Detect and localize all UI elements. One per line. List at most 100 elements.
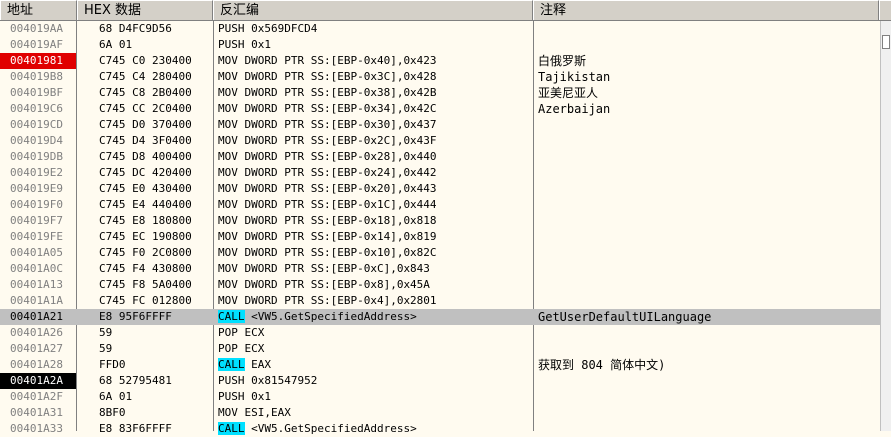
disasm-cell[interactable]: CALL <VW5.GetSpecifiedAddress>	[214, 421, 533, 437]
comment-cell[interactable]	[534, 261, 880, 277]
hex-cell[interactable]: E8 83F6FFFF	[77, 421, 213, 437]
address-cell[interactable]: 00401A27	[0, 341, 76, 357]
table-row[interactable]: 00401A26 59 POP ECX	[0, 325, 880, 341]
disasm-cell[interactable]: MOV DWORD PTR SS:[EBP-0x10],0x82C	[214, 245, 533, 261]
address-cell[interactable]: 00401A26	[0, 325, 76, 341]
hex-cell[interactable]: 6A 01	[77, 389, 213, 405]
table-row[interactable]: 004019B8 C745 C4 280400 MOV DWORD PTR SS:[…	[0, 69, 880, 85]
comment-cell[interactable]	[534, 325, 880, 341]
table-row[interactable]: 00401A2F 6A 01 PUSH 0x1	[0, 389, 880, 405]
hex-cell[interactable]: E8 95F6FFFF	[77, 309, 213, 325]
hex-cell[interactable]: 59	[77, 341, 213, 357]
disasm-cell[interactable]: PUSH 0x81547952	[214, 373, 533, 389]
address-cell[interactable]: 004019BF	[0, 85, 76, 101]
table-row[interactable]: 004019F7 C745 E8 180800 MOV DWORD PTR SS:[…	[0, 213, 880, 229]
address-cell[interactable]: 00401A33	[0, 421, 76, 437]
disasm-cell[interactable]: MOV DWORD PTR SS:[EBP-0x40],0x423	[214, 53, 533, 69]
address-cell[interactable]: 00401A0C	[0, 261, 76, 277]
address-cell[interactable]: 00401A31	[0, 405, 76, 421]
address-cell[interactable]: 004019AA	[0, 21, 76, 37]
hex-cell[interactable]: C745 E0 430400	[77, 181, 213, 197]
table-row[interactable]: 00401A1A C745 FC 012800 MOV DWORD PTR SS:[…	[0, 293, 880, 309]
address-cell[interactable]: 004019C6	[0, 101, 76, 117]
disasm-cell[interactable]: POP ECX	[214, 341, 533, 357]
disasm-cell[interactable]: CALL <VW5.GetSpecifiedAddress>	[214, 309, 533, 325]
hex-cell[interactable]: C745 C8 2B0400	[77, 85, 213, 101]
comment-cell[interactable]	[534, 197, 880, 213]
comment-cell[interactable]	[534, 149, 880, 165]
table-row[interactable]: 00401A28 FFD0 CALL EAX 获取到 804 简体中文)	[0, 357, 880, 373]
table-row[interactable]: 004019C6 C745 CC 2C0400 MOV DWORD PTR SS:[…	[0, 101, 880, 117]
address-cell[interactable]: 004019E9	[0, 181, 76, 197]
header-address[interactable]: 地址	[0, 0, 77, 20]
hex-cell[interactable]: C745 E8 180800	[77, 213, 213, 229]
address-cell[interactable]: 00401A21	[0, 309, 76, 325]
address-cell[interactable]: 004019D4	[0, 133, 76, 149]
hex-cell[interactable]: C745 D4 3F0400	[77, 133, 213, 149]
comment-cell[interactable]	[534, 165, 880, 181]
hex-cell[interactable]: 6A 01	[77, 37, 213, 53]
table-row[interactable]: 00401A27 59 POP ECX	[0, 341, 880, 357]
comment-cell[interactable]	[534, 21, 880, 37]
disasm-cell[interactable]: MOV DWORD PTR SS:[EBP-0x8],0x45A	[214, 277, 533, 293]
table-row[interactable]: 004019DB C745 D8 400400 MOV DWORD PTR SS:[…	[0, 149, 880, 165]
disasm-cell[interactable]: MOV DWORD PTR SS:[EBP-0x24],0x442	[214, 165, 533, 181]
address-cell[interactable]: 004019F0	[0, 197, 76, 213]
table-row[interactable]: 00401A31 8BF0 MOV ESI,EAX	[0, 405, 880, 421]
comment-cell[interactable]	[534, 245, 880, 261]
address-cell[interactable]: 004019DB	[0, 149, 76, 165]
comment-cell[interactable]	[534, 341, 880, 357]
comment-cell[interactable]: 获取到 804 简体中文)	[534, 357, 880, 373]
table-row[interactable]: 004019D4 C745 D4 3F0400 MOV DWORD PTR SS:[…	[0, 133, 880, 149]
hex-cell[interactable]: C745 F4 430800	[77, 261, 213, 277]
hex-cell[interactable]: 8BF0	[77, 405, 213, 421]
comment-cell[interactable]	[534, 213, 880, 229]
comment-cell[interactable]	[534, 37, 880, 53]
table-row[interactable]: 004019E2 C745 DC 420400 MOV DWORD PTR SS:[…	[0, 165, 880, 181]
hex-cell[interactable]: C745 FC 012800	[77, 293, 213, 309]
comment-cell[interactable]: Azerbaijan	[534, 101, 880, 117]
disassembly-grid[interactable]: 004019AA 68 D4FC9D56 PUSH 0x569DFCD4 004019…	[0, 21, 880, 435]
hex-cell[interactable]: 68 D4FC9D56	[77, 21, 213, 37]
disasm-cell[interactable]: MOV DWORD PTR SS:[EBP-0x1C],0x444	[214, 197, 533, 213]
hex-cell[interactable]: FFD0	[77, 357, 213, 373]
table-row[interactable]: 00401981 C745 C0 230400 MOV DWORD PTR SS:[…	[0, 53, 880, 69]
header-comment[interactable]: 注释	[533, 0, 879, 20]
hex-cell[interactable]: C745 D0 370400	[77, 117, 213, 133]
disasm-cell[interactable]: MOV DWORD PTR SS:[EBP-0x20],0x443	[214, 181, 533, 197]
disasm-cell[interactable]: POP ECX	[214, 325, 533, 341]
table-row[interactable]: 00401A21 E8 95F6FFFF CALL <VW5.GetSpecifie…	[0, 309, 880, 325]
header-hex[interactable]: HEX 数据	[77, 0, 213, 20]
address-cell[interactable]: 00401A05	[0, 245, 76, 261]
comment-cell[interactable]	[534, 405, 880, 421]
scrollbar-thumb[interactable]	[882, 35, 890, 49]
disasm-cell[interactable]: MOV DWORD PTR SS:[EBP-0x34],0x42C	[214, 101, 533, 117]
address-cell[interactable]: 00401A2F	[0, 389, 76, 405]
hex-cell[interactable]: C745 C0 230400	[77, 53, 213, 69]
hex-cell[interactable]: C745 D8 400400	[77, 149, 213, 165]
hex-cell[interactable]: 59	[77, 325, 213, 341]
hex-cell[interactable]: C745 CC 2C0400	[77, 101, 213, 117]
address-cell[interactable]: 004019AF	[0, 37, 76, 53]
table-row[interactable]: 004019E9 C745 E0 430400 MOV DWORD PTR SS:[…	[0, 181, 880, 197]
vertical-scrollbar[interactable]	[880, 21, 891, 431]
address-cell[interactable]: 004019E2	[0, 165, 76, 181]
hex-cell[interactable]: C745 EC 190800	[77, 229, 213, 245]
disasm-cell[interactable]: CALL EAX	[214, 357, 533, 373]
disasm-cell[interactable]: MOV DWORD PTR SS:[EBP-0x14],0x819	[214, 229, 533, 245]
address-cell[interactable]: 00401A28	[0, 357, 76, 373]
comment-cell[interactable]	[534, 293, 880, 309]
table-row[interactable]: 004019BF C745 C8 2B0400 MOV DWORD PTR SS:[…	[0, 85, 880, 101]
comment-cell[interactable]	[534, 421, 880, 437]
address-cell[interactable]: 004019F7	[0, 213, 76, 229]
table-row[interactable]: 004019AA 68 D4FC9D56 PUSH 0x569DFCD4	[0, 21, 880, 37]
comment-cell[interactable]	[534, 389, 880, 405]
disasm-cell[interactable]: MOV DWORD PTR SS:[EBP-0x3C],0x428	[214, 69, 533, 85]
comment-cell[interactable]	[534, 117, 880, 133]
comment-cell[interactable]	[534, 133, 880, 149]
comment-cell[interactable]: Tajikistan	[534, 69, 880, 85]
hex-cell[interactable]: C745 DC 420400	[77, 165, 213, 181]
disasm-cell[interactable]: MOV ESI,EAX	[214, 405, 533, 421]
table-row[interactable]: 00401A05 C745 F0 2C0800 MOV DWORD PTR SS:[…	[0, 245, 880, 261]
hex-cell[interactable]: C745 F8 5A0400	[77, 277, 213, 293]
